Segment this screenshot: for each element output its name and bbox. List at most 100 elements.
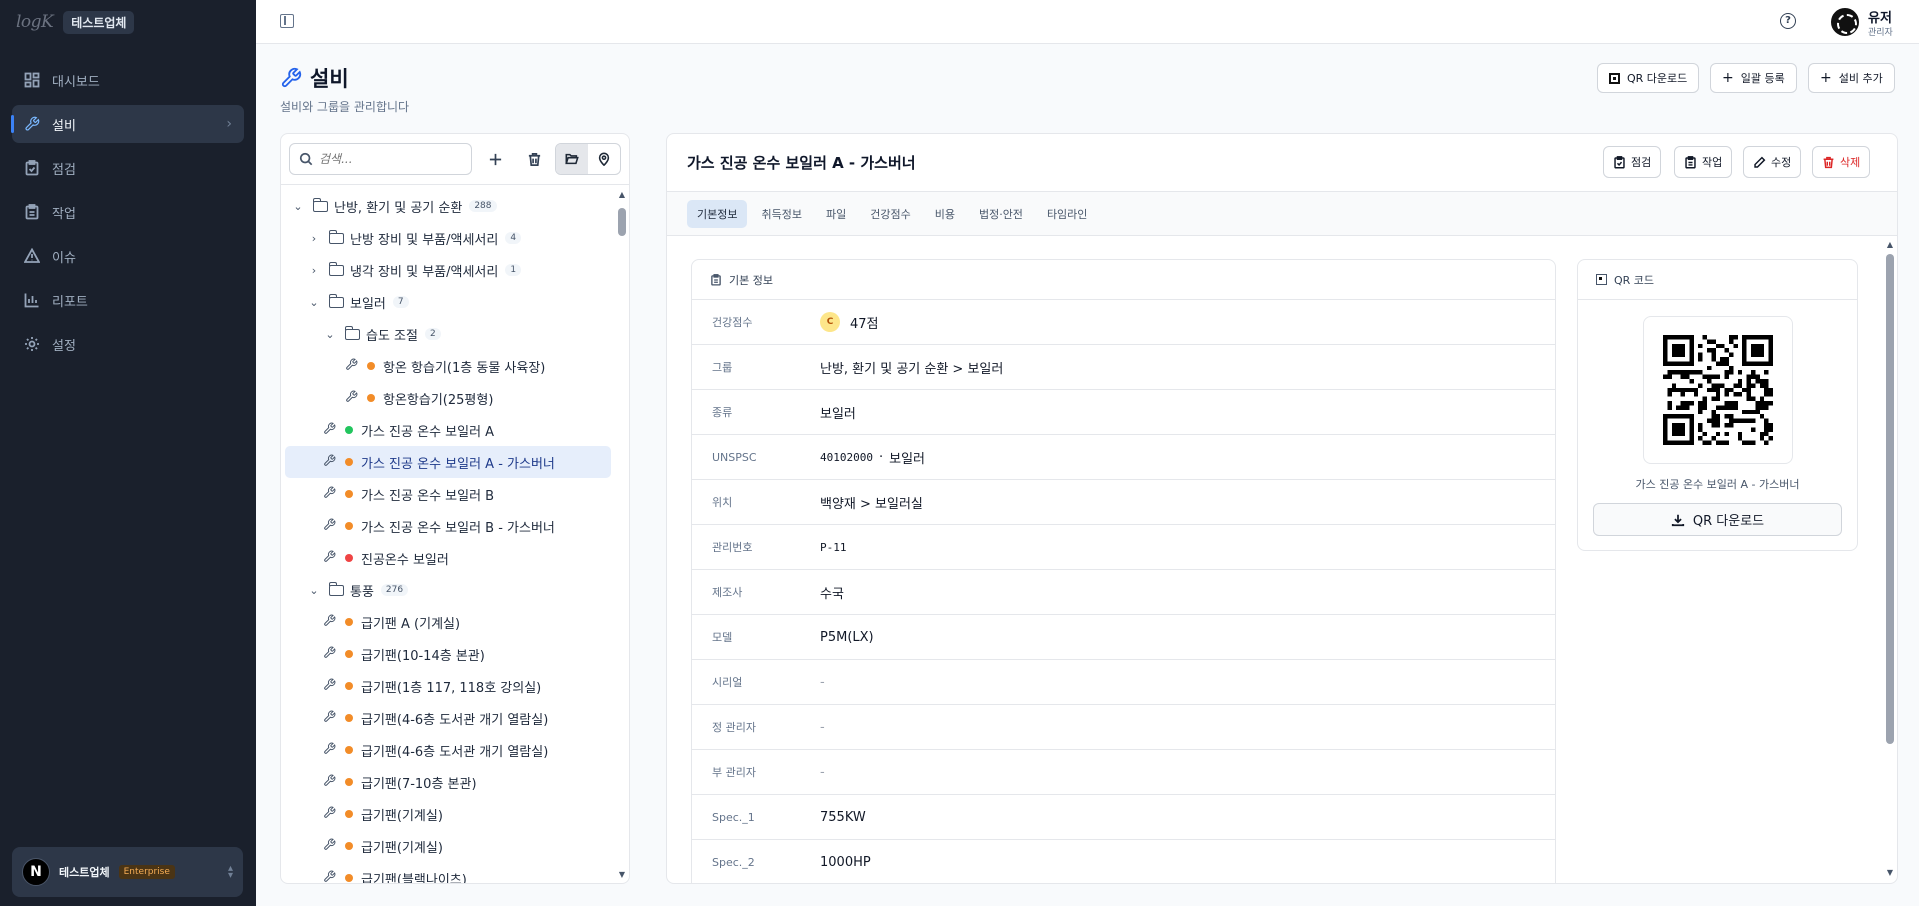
- nav-item-work[interactable]: 작업: [12, 193, 244, 231]
- tab-basic-info[interactable]: 기본정보: [687, 199, 748, 228]
- tree-equipment-row[interactable]: 급기팬(7-10층 본관): [285, 766, 611, 798]
- qr-download-card-button[interactable]: QR 다운로드: [1593, 503, 1842, 536]
- tab-legal-safety[interactable]: 법정·안전: [969, 200, 1033, 228]
- health-score-value: 47점: [850, 316, 879, 332]
- folder-open-icon: [344, 325, 360, 340]
- delete-button[interactable]: 삭제: [1812, 146, 1871, 178]
- sidebar-toggle-icon[interactable]: [280, 14, 294, 28]
- pencil-icon: [1754, 156, 1766, 168]
- dashboard-icon: [24, 72, 40, 88]
- work-button[interactable]: 작업: [1674, 146, 1733, 178]
- tree-group-row[interactable]: ⌄ 보일러 7: [285, 286, 611, 318]
- count-badge: 1: [505, 264, 522, 276]
- tree-group-row[interactable]: ⌄ 습도 조절 2: [285, 318, 611, 350]
- add-node-button[interactable]: [481, 145, 509, 173]
- scroll-thumb[interactable]: [618, 208, 626, 236]
- tree-equipment-row[interactable]: 진공온수 보일러: [285, 542, 611, 574]
- field-label: 건강점수: [712, 316, 753, 329]
- tab-health-score[interactable]: 건강점수: [860, 200, 920, 228]
- nav-item-reports[interactable]: 리포트: [12, 281, 244, 319]
- tab-acquisition[interactable]: 취득정보: [751, 200, 811, 228]
- chevron-right-icon[interactable]: ›: [307, 264, 321, 277]
- info-row-spec1: Spec._1 755KW: [692, 795, 1555, 840]
- chevron-down-icon[interactable]: ⌄: [307, 584, 321, 597]
- tab-files[interactable]: 파일: [816, 200, 856, 228]
- scroll-thumb[interactable]: [1886, 254, 1894, 744]
- search-input[interactable]: [319, 152, 459, 166]
- tree-view-toggle: [555, 143, 621, 175]
- tree-equipment-row[interactable]: 항온 항습기(1층 동물 사육장): [285, 350, 611, 382]
- tree-group-row[interactable]: › 냉각 장비 및 부품/액세서리 1: [285, 254, 611, 286]
- workspace-switcher[interactable]: N 테스트업체 Enterprise ▴ ▾: [12, 847, 243, 897]
- tree-equipment-row[interactable]: 가스 진공 온수 보일러 B: [285, 478, 611, 510]
- user-avatar[interactable]: [1831, 8, 1859, 36]
- scroll-down-arrow[interactable]: ▼: [617, 870, 627, 879]
- tree-equipment-row[interactable]: 급기팬(기계실): [285, 798, 611, 830]
- folder-open-icon: [565, 153, 579, 165]
- field-label: 정 관리자: [712, 721, 756, 734]
- tree-equipment-row[interactable]: 급기팬(1층 117, 118호 강의실): [285, 670, 611, 702]
- edit-button[interactable]: 수정: [1743, 146, 1802, 178]
- tab-timeline[interactable]: 타임라인: [1037, 200, 1097, 228]
- add-equipment-button[interactable]: + 설비 추가: [1808, 63, 1895, 93]
- inspect-button[interactable]: 점검: [1603, 146, 1662, 178]
- status-dot: [345, 618, 353, 626]
- location-view-button[interactable]: [588, 144, 620, 174]
- detail-scrollbar[interactable]: ▲ ▼: [1885, 240, 1895, 880]
- tree-group-row[interactable]: ⌄ 난방, 환기 및 공기 순환 288: [285, 190, 611, 222]
- wrench-icon: [323, 678, 339, 695]
- chevron-down-icon[interactable]: ⌄: [291, 200, 305, 213]
- tree-label: 항온항습기(25평형): [383, 392, 494, 408]
- chevron-down-icon[interactable]: ⌄: [323, 328, 337, 341]
- wrench-icon: [323, 518, 339, 535]
- chevron-right-icon[interactable]: ›: [307, 232, 321, 245]
- delete-node-button[interactable]: [520, 145, 548, 173]
- help-icon[interactable]: ?: [1780, 13, 1796, 29]
- qr-code-graphic: [1663, 335, 1773, 445]
- nav-label: 대시보드: [52, 74, 100, 90]
- sidebar: logK 테스트업체 대시보드 설비 › 점검 작업 이슈 리포트 설정 N 테…: [0, 0, 256, 906]
- scroll-up-arrow[interactable]: ▲: [1885, 240, 1895, 249]
- tree-equipment-row[interactable]: 급기팬(블랙나이츠): [285, 862, 611, 884]
- tree-equipment-row[interactable]: 급기팬(기계실): [285, 830, 611, 862]
- tree-group-row[interactable]: ⌄ 통풍 276: [285, 574, 611, 606]
- tree-equipment-row[interactable]: 급기팬(4-6층 도서관 개기 열람실): [285, 702, 611, 734]
- tree-search[interactable]: [289, 143, 472, 175]
- tree-group-row[interactable]: › 난방 장비 및 부품/액세서리 4: [285, 222, 611, 254]
- wrench-icon: [323, 486, 339, 503]
- count-badge: 7: [392, 296, 409, 308]
- tree-equipment-row[interactable]: 가스 진공 온수 보일러 B - 가스버너: [285, 510, 611, 542]
- field-label: 관리번호: [712, 541, 753, 554]
- warning-icon: [24, 248, 40, 263]
- user-name[interactable]: 유저: [1868, 7, 1892, 26]
- nav-item-equipment[interactable]: 설비 ›: [11, 105, 244, 143]
- nav-item-issues[interactable]: 이슈: [12, 237, 244, 275]
- qr-download-button[interactable]: QR 다운로드: [1597, 63, 1700, 93]
- bulk-register-button[interactable]: + 일괄 등록: [1710, 63, 1797, 93]
- tree-equipment-row[interactable]: 급기팬 A (기계실): [285, 606, 611, 638]
- chevron-down-icon[interactable]: ⌄: [307, 296, 321, 309]
- app-logo[interactable]: logK: [16, 12, 54, 32]
- nav-item-settings[interactable]: 설정: [12, 325, 244, 363]
- topbar: ? 유저 관리자: [256, 0, 1919, 44]
- tree-equipment-row[interactable]: 항온항습기(25평형): [285, 382, 611, 414]
- group-view-button[interactable]: [556, 144, 588, 174]
- status-dot: [367, 362, 375, 370]
- tab-cost[interactable]: 비용: [925, 200, 965, 228]
- tree-label: 급기팬(블랙나이츠): [361, 872, 467, 884]
- info-row-sub-manager: 부 관리자 -: [692, 750, 1555, 795]
- scroll-down-arrow[interactable]: ▼: [1885, 868, 1895, 877]
- scroll-up-arrow[interactable]: ▲: [617, 190, 627, 199]
- tree-scrollbar[interactable]: ▲ ▼: [617, 190, 627, 880]
- tree-equipment-row[interactable]: 가스 진공 온수 보일러 A: [285, 414, 611, 446]
- tree-label: 통풍: [350, 584, 374, 600]
- nav-item-dashboard[interactable]: 대시보드: [12, 61, 244, 99]
- tree-equipment-row[interactable]: 급기팬(10-14층 본관): [285, 638, 611, 670]
- field-label: Spec._2: [712, 855, 755, 869]
- field-label: Spec._1: [712, 810, 755, 824]
- nav-item-inspection[interactable]: 점검: [12, 149, 244, 187]
- qr-caption: 가스 진공 온수 보일러 A - 가스버너: [1635, 478, 1800, 491]
- info-row-maker: 제조사 수국: [692, 570, 1555, 615]
- tree-equipment-row[interactable]: 급기팬(4-6층 도서관 개기 열람실): [285, 734, 611, 766]
- tree-equipment-row-selected[interactable]: 가스 진공 온수 보일러 A - 가스버너: [285, 446, 611, 478]
